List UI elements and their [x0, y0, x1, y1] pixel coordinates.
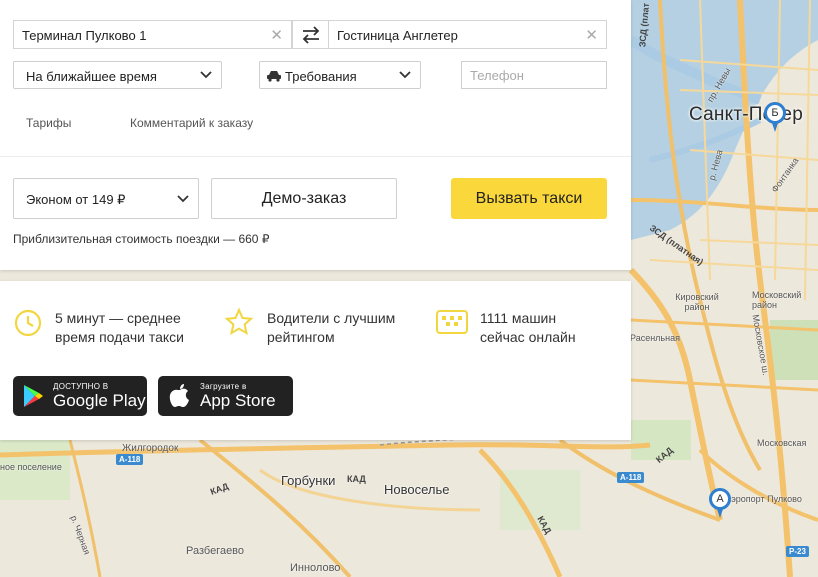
feature-wait-time: 5 минут — среднее время подачи такси [55, 309, 184, 347]
requirements-select[interactable]: Требования [259, 61, 421, 89]
feature-line: время подачи такси [55, 329, 184, 345]
order-form-panel: Терминал Пулково 1 ✕ Гостиница Англетер … [0, 0, 631, 270]
feature-line: рейтингом [267, 329, 335, 345]
google-play-badge[interactable]: ДОСТУПНО В Google Play [13, 376, 147, 416]
phone-input[interactable]: Телефон [461, 61, 607, 89]
feature-line: Водители с лучшим [267, 310, 396, 326]
map-small-label: Расенльная [630, 333, 680, 343]
chevron-down-icon [177, 195, 189, 203]
clear-to-icon[interactable]: ✕ [585, 26, 598, 44]
star-icon [224, 307, 254, 336]
pin-head: Б [764, 102, 786, 124]
apple-icon [169, 384, 189, 407]
clear-from-icon[interactable]: ✕ [270, 26, 283, 44]
tab-tariffs[interactable]: Тарифы [26, 116, 71, 130]
time-select[interactable]: На ближайшее время [13, 61, 222, 89]
app-store-big-text: App Store [200, 391, 276, 410]
swap-route-button[interactable] [292, 20, 329, 49]
feature-line: сейчас онлайн [480, 329, 576, 345]
highway-badge: А-118 [617, 472, 645, 483]
tariff-select[interactable]: Эконом от 149 ₽ [13, 178, 199, 219]
tariff-select-value: Эконом от 149 ₽ [26, 192, 126, 207]
call-taxi-button[interactable]: Вызвать такси [451, 178, 607, 219]
google-play-small-text: ДОСТУПНО В [53, 382, 109, 391]
map-town-label: Разбегаево [186, 545, 245, 557]
feature-line: 5 минут — среднее [55, 310, 181, 326]
highway-badge: Р-23 [786, 546, 809, 557]
to-address-field[interactable]: Гостиница Англетер ✕ [328, 20, 607, 49]
price-estimate: Приблизительная стоимость поездки — 660 … [13, 232, 270, 246]
map-marker-a[interactable]: А [709, 488, 731, 518]
feature-line: 1111 машин [480, 310, 557, 326]
from-address-field[interactable]: Терминал Пулково 1 ✕ [13, 20, 292, 49]
feature-drivers: Водители с лучшим рейтингом [267, 309, 395, 347]
requirements-select-value: Требования [285, 69, 357, 84]
feature-online-cars: 1111 машин сейчас онлайн [480, 309, 576, 347]
taxi-checker-icon [436, 310, 468, 334]
map-small-label: ное поселение [0, 462, 62, 472]
to-address-value: Гостиница Англетер [337, 28, 458, 43]
google-play-icon [24, 385, 43, 407]
clock-icon [14, 309, 42, 337]
car-icon [267, 71, 281, 82]
chevron-down-icon [399, 71, 411, 79]
tab-comment[interactable]: Комментарий к заказу [130, 116, 253, 130]
chevron-down-icon [200, 71, 212, 79]
map-district-label: Московский район [752, 290, 802, 310]
map-marker-b[interactable]: Б [764, 102, 786, 132]
map-town-label: Жилгородок [122, 443, 179, 454]
phone-placeholder: Телефон [470, 68, 524, 83]
app-store-small-text: Загрузите в [200, 382, 247, 391]
map-road-label: КАД [347, 474, 366, 484]
map-small-label: Аэропорт Пулково [725, 494, 802, 504]
map-town-label: Новоселье [384, 482, 450, 497]
pin-head: А [709, 488, 731, 510]
map-town-label: Иннолово [290, 562, 341, 574]
map-town-label: Горбунки [281, 473, 336, 488]
app-store-badge[interactable]: Загрузите в App Store [158, 376, 293, 416]
highway-badge: А-118 [116, 454, 144, 465]
features-panel: 5 минут — среднее время подачи такси Вод… [0, 281, 631, 440]
swap-arrows-icon [302, 25, 319, 44]
from-address-value: Терминал Пулково 1 [22, 28, 147, 43]
divider [0, 156, 631, 157]
google-play-big-text: Google Play [53, 391, 146, 410]
map-district-label: Кировский район [675, 292, 719, 312]
demo-order-button[interactable]: Демо-заказ [211, 178, 397, 219]
map-small-label: Московская [757, 438, 807, 448]
time-select-value: На ближайшее время [26, 69, 157, 84]
